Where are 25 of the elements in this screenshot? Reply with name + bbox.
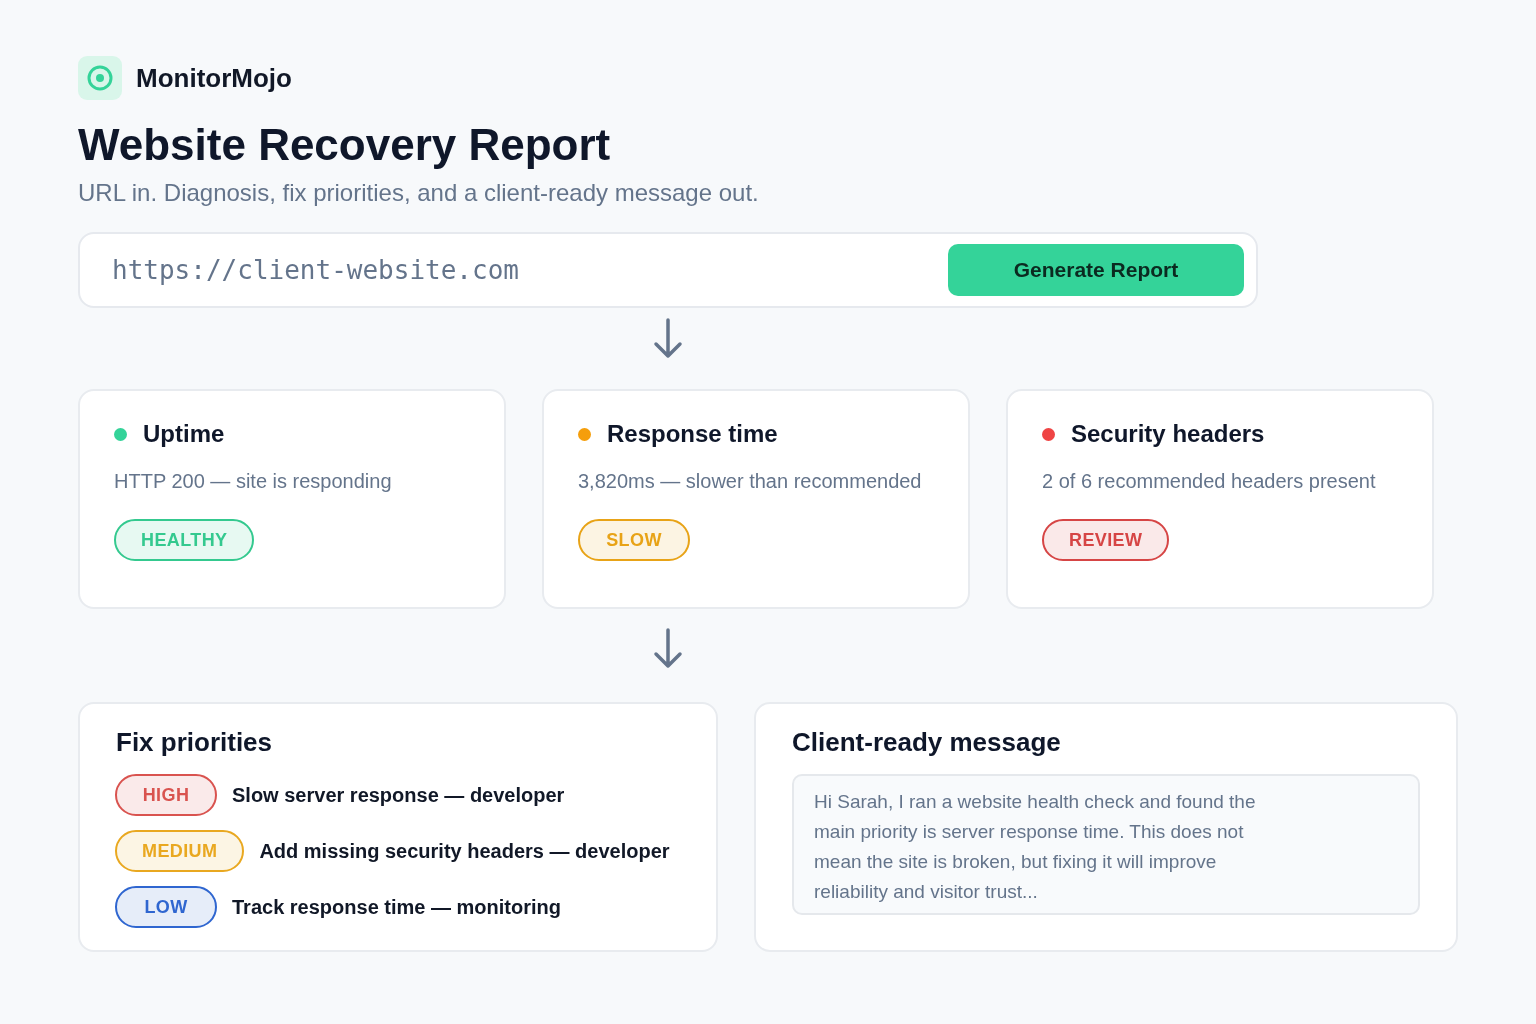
check-description: 3,820ms — slower than recommended (578, 469, 922, 494)
card-title: Fix priorities (116, 726, 273, 758)
status-tag: SLOW (578, 519, 690, 561)
check-title: Uptime (143, 419, 225, 449)
check-title: Security headers (1071, 419, 1265, 449)
message-text: Hi Sarah, I ran a website health check and found the main priority is server response time. This does not mean the site is broken, but fixing it will improve reliability and visitor trust... (814, 790, 1257, 904)
check-description: HTTP 200 — site is responding (114, 469, 392, 494)
card-title: Client-ready message (792, 726, 1061, 758)
status-tag: REVIEW (1042, 519, 1170, 561)
brand-name: MonitorMojo (136, 62, 292, 94)
priority-tag: HIGH (115, 774, 217, 816)
down-arrow-icon (652, 628, 684, 670)
page-subtitle: URL in. Diagnosis, fix priorities, and a client-ready message out. (78, 178, 759, 208)
priority-task: Slow server response — developer (232, 783, 565, 807)
priority-tag: LOW (115, 886, 217, 928)
down-arrow-icon (652, 318, 684, 360)
priority-task: Track response time — monitoring (232, 895, 561, 919)
check-description: 2 of 6 recommended headers present (1042, 469, 1376, 494)
page-title: Website Recovery Report (78, 120, 611, 170)
priority-tag: MEDIUM (115, 830, 245, 872)
check-title: Response time (607, 419, 778, 449)
generate-report-button[interactable]: Generate Report (948, 244, 1244, 296)
status-tag: HEALTHY (114, 519, 255, 561)
priority-task: Add missing security headers — developer (259, 839, 670, 863)
target-icon (78, 56, 122, 100)
